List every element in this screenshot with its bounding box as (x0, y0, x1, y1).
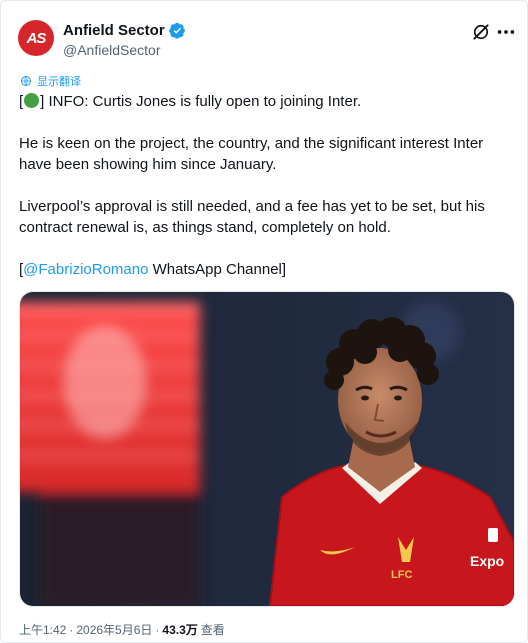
display-name[interactable]: Anfield Sector (63, 22, 165, 39)
source-channel-text: WhatsApp Channel] (148, 261, 287, 278)
tweet-paragraph-3: Liverpool’s approval is still needed, an… (19, 198, 485, 236)
tweet-paragraph-4: [@FabrizioRomano WhatsApp Channel] (19, 259, 511, 280)
view-count: 43.3万 (162, 623, 198, 637)
show-translation-link[interactable]: 显示翻译 (20, 73, 81, 89)
bracket-open: [ (19, 93, 24, 110)
mention-link[interactable]: @FabrizioRomano (23, 261, 148, 278)
author-name-row: Anfield Sector (63, 22, 186, 39)
avatar-logo: AS (26, 29, 47, 47)
tweet-text: [ ] INFO: Curtis Jones is fully open to j… (19, 91, 511, 301)
tweet-date[interactable]: 2026年5月6日 (76, 621, 152, 638)
green-circle-emoji (24, 93, 40, 108)
tweet-meta: 上午1:42 · 2026年5月6日 · 43.3万 查看 (19, 621, 225, 638)
sponsor-text: Expo (470, 553, 504, 569)
translate-icon (21, 76, 31, 86)
tweet-line-1-text: ] INFO: Curtis Jones is fully open to jo… (40, 93, 362, 110)
player-photo-image: LFC Expo (20, 292, 514, 606)
grok-icon[interactable] (471, 22, 491, 42)
more-options-icon[interactable] (495, 22, 517, 42)
show-translation-label: 显示翻译 (37, 76, 81, 88)
tweet-time[interactable]: 上午1:42 (19, 621, 66, 638)
tweet-card: AS Anfield Sector @AnfieldSector 显示翻译 []… (0, 0, 528, 643)
views-label: 查看 (200, 623, 225, 637)
crest-text: LFC (391, 569, 412, 581)
tweet-paragraph-2: He is keen on the project, the country, … (19, 135, 484, 173)
tweet-paragraph-1: [ ] INFO: Curtis Jones is fully open to j… (19, 91, 511, 112)
meta-separator: · (155, 622, 160, 637)
verified-badge-icon (168, 22, 185, 39)
author-handle[interactable]: @AnfieldSector (63, 42, 160, 58)
meta-separator: · (69, 622, 74, 637)
tweet-photo[interactable]: LFC Expo (19, 291, 515, 607)
avatar[interactable]: AS (18, 20, 54, 56)
